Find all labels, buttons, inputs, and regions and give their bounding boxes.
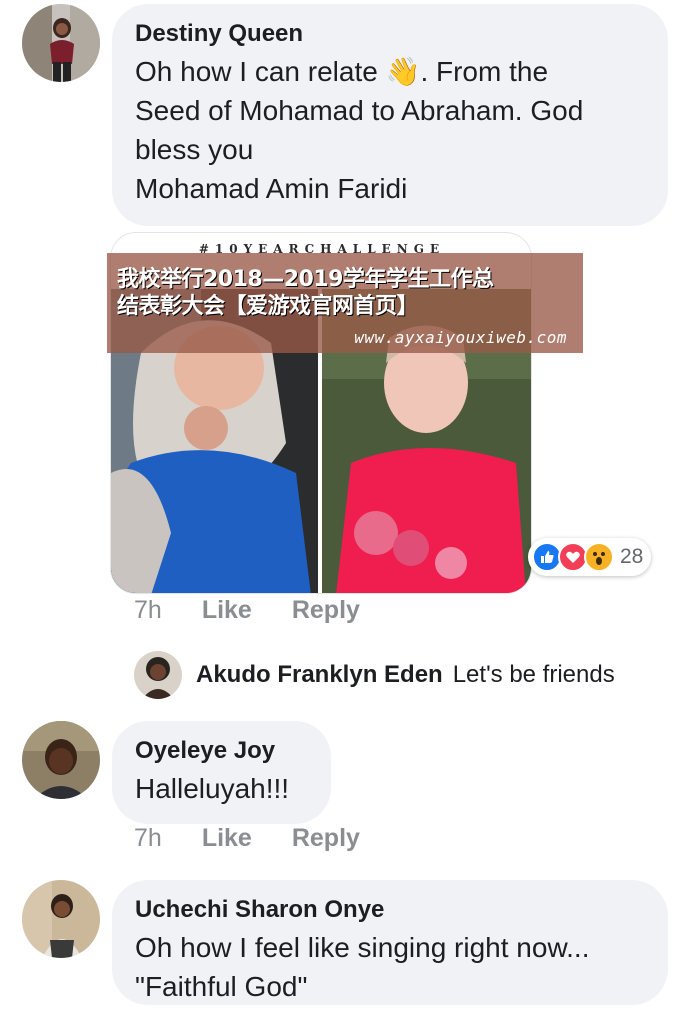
avatar-uchechi-sharon-onye[interactable] — [22, 880, 100, 958]
comment-text-line[interactable]: Mohamad Amin Faridi — [135, 169, 644, 208]
comment-bubble: Uchechi Sharon Onye Oh how I feel like s… — [112, 880, 668, 1005]
avatar-oyeleye-joy[interactable] — [22, 721, 100, 799]
comment-author[interactable]: Uchechi Sharon Onye — [135, 896, 644, 924]
reaction-count: 28 — [620, 545, 644, 568]
watermark-overlay: 我校举行2018—2019学年学生工作总 结表彰大会【爱游戏官网首页】 www.… — [107, 253, 583, 353]
avatar-destiny-queen[interactable] — [22, 4, 100, 82]
comment-text-line: Oh how I feel like singing right now... — [135, 932, 590, 963]
comment-text-line: bless you — [135, 134, 254, 165]
comment-author[interactable]: Destiny Queen — [135, 20, 644, 48]
comment-bubble: Destiny Queen Oh how I can relate 👋. Fro… — [112, 4, 668, 226]
comment-text-line: "Faithful God" — [135, 971, 308, 1002]
comment-text-line: Oh how I can relate 👋. From the — [135, 56, 549, 87]
comment-actions: 7h Like Reply — [134, 596, 360, 625]
wow-icon — [584, 542, 614, 572]
reply-text: Let's be friends — [452, 661, 615, 688]
watermark-url: www.ayxaiyouxiweb.com — [354, 328, 567, 347]
watermark-line-2: 结表彰大会【爱游戏官网首页】 — [117, 294, 419, 319]
comment-actions: 7h Like Reply — [134, 824, 360, 853]
comment-text-line: Halleluyah!!! — [135, 773, 290, 804]
like-button[interactable]: Like — [202, 824, 252, 853]
like-button[interactable]: Like — [202, 596, 252, 625]
comment-author[interactable]: Oyeleye Joy — [135, 737, 307, 765]
comment-time: 7h — [134, 824, 162, 852]
reply-button[interactable]: Reply — [292, 596, 360, 625]
reply-preview[interactable]: Akudo Franklyn Eden Let's be friends — [134, 651, 615, 699]
comment-text-line: Seed of Mohamad to Abraham. God — [135, 95, 584, 126]
watermark-line-1: 我校举行2018—2019学年学生工作总 — [117, 267, 494, 292]
reply-author[interactable]: Akudo Franklyn Eden — [196, 661, 443, 689]
reaction-summary[interactable]: 28 — [528, 538, 652, 576]
avatar-akudo[interactable] — [134, 651, 182, 699]
comment-bubble: Oyeleye Joy Halleluyah!!! — [112, 721, 331, 824]
reply-button[interactable]: Reply — [292, 824, 360, 853]
comment-time: 7h — [134, 596, 162, 624]
